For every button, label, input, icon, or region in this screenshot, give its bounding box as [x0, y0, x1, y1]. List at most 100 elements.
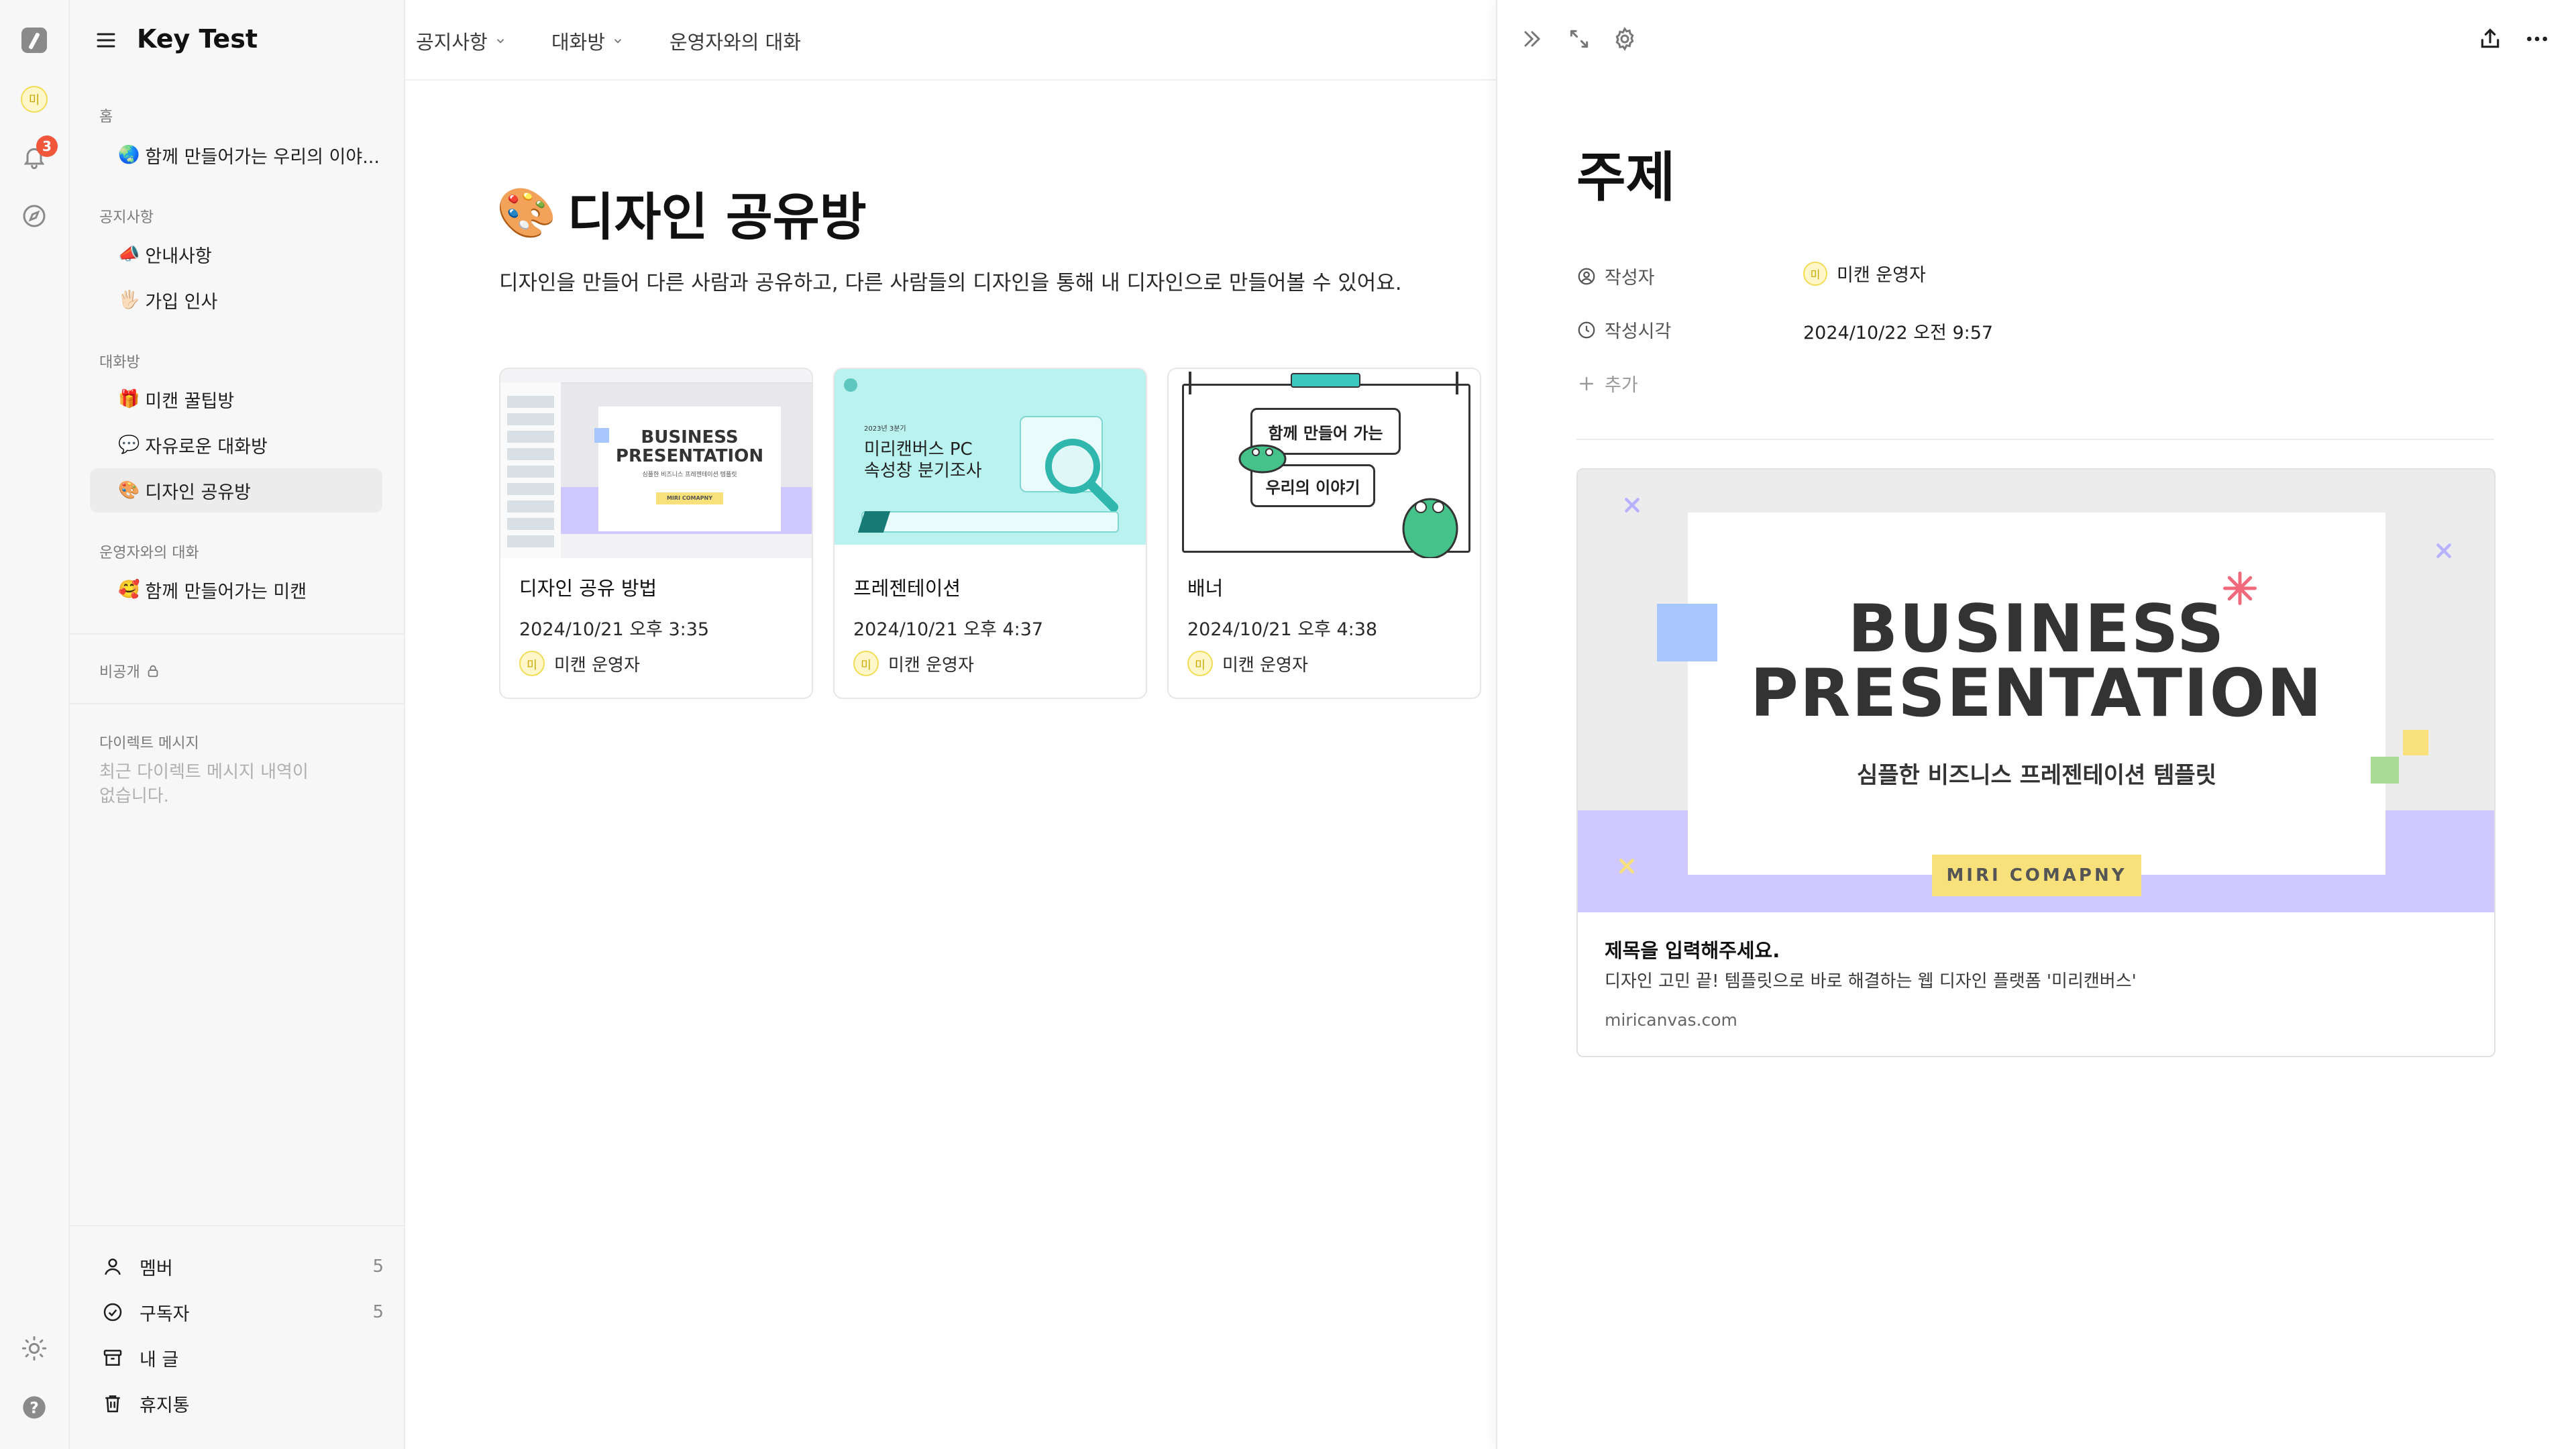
post-author: 미 미캔 운영자 — [519, 651, 640, 676]
check-circle-icon — [103, 1303, 122, 1322]
compass-icon[interactable] — [18, 200, 50, 232]
subscribers-label: 구독자 — [140, 1303, 190, 1325]
sidebar-item-greeting[interactable]: 🖐🏻 가입 인사 — [90, 278, 382, 322]
nav-notice-dropdown[interactable]: 공지사항 — [416, 27, 506, 55]
palette-icon: 🎨 — [118, 480, 140, 500]
sidebar-item-design-share[interactable]: 🎨 디자인 공유방 — [90, 468, 382, 513]
post-thumbnail: BUSINESS PRESENTATION 심플한 비즈니스 프레젠테이션 템플… — [500, 369, 812, 558]
trash-link[interactable]: 휴지통 — [102, 1385, 384, 1422]
prop-label: 작성시각 — [1605, 321, 1672, 342]
archive-icon — [103, 1350, 122, 1366]
prop-author-value: 미 미캔 운영자 — [1803, 260, 1926, 286]
app-title: Key Test — [137, 24, 258, 54]
prop-time-label: 작성시각 — [1576, 317, 1671, 343]
nav-operator-chat[interactable]: 운영자와의 대화 — [669, 27, 801, 55]
add-label: 추가 — [1605, 375, 1638, 396]
section-label-home: 홈 — [99, 109, 113, 125]
sidebar-item-label: 안내사항 — [145, 246, 212, 267]
sidebar-item-free-chat[interactable]: 💬 자유로운 대화방 — [90, 423, 382, 467]
thumb-line2: PRESENTATION — [615, 446, 764, 466]
sun-icon[interactable] — [18, 1332, 50, 1364]
post-author: 미 미캔 운영자 — [1187, 651, 1308, 676]
link-preview-image: BUSINESS PRESENTATION 심플한 비즈니스 프레젠테이션 템플… — [1578, 470, 2494, 912]
share-icon[interactable] — [2477, 25, 2504, 52]
sidebar-item-announcement[interactable]: 📣 안내사항 — [90, 232, 382, 276]
thumb-line1: BUSINESS — [641, 427, 739, 447]
trash-label: 휴지통 — [140, 1395, 190, 1416]
avatar: 미 — [853, 651, 879, 676]
gift-icon: 🎁 — [118, 389, 140, 409]
sidebar-item-home-story[interactable]: 🌏 함께 만들어가는 우리의 이야... — [90, 133, 382, 177]
divider — [70, 633, 404, 635]
avatar: 미 — [519, 651, 545, 676]
members-count: 5 — [372, 1256, 384, 1277]
avatar: 미 — [1803, 261, 1827, 286]
sidebar-item-operator-chat[interactable]: 🥰 함께 만들어가는 미캔 — [90, 568, 382, 612]
post-card[interactable]: BUSINESS PRESENTATION 심플한 비즈니스 프레젠테이션 템플… — [499, 368, 813, 699]
my-posts-label: 내 글 — [140, 1349, 179, 1371]
prop-time-value: 2024/10/22 오전 9:57 — [1803, 323, 1994, 343]
magnifier-icon — [1045, 439, 1118, 512]
prop-value: 미캔 운영자 — [1837, 265, 1926, 286]
logo-icon[interactable] — [18, 24, 50, 56]
clock-icon — [1578, 321, 1595, 338]
crocodile-icon — [1402, 498, 1458, 558]
speech-bubble-icon: 💬 — [118, 435, 140, 455]
post-card[interactable]: 함께 만들어 가는 우리의 이야기 배너 2024/10/21 오후 4:38 … — [1167, 368, 1481, 699]
link-preview-title: 제목을 입력해주세요. — [1605, 939, 1780, 962]
thumb-small: 2023년 3분기 — [864, 425, 906, 433]
more-icon[interactable] — [2524, 25, 2551, 52]
post-title: 디자인 공유 방법 — [519, 577, 657, 600]
members-link[interactable]: 멤버 5 — [102, 1248, 384, 1285]
hamburger-icon[interactable] — [94, 28, 118, 52]
sidebar-item-label: 가입 인사 — [145, 291, 218, 313]
crocodile-icon — [1238, 444, 1287, 474]
user-circle-icon — [1578, 268, 1595, 284]
double-chevron-right-icon[interactable] — [1519, 25, 1546, 52]
post-thumbnail: 함께 만들어 가는 우리의 이야기 — [1169, 369, 1480, 558]
prop-label: 작성자 — [1605, 268, 1655, 288]
palette-icon: 🎨 — [496, 184, 557, 241]
app-rail: 미 3 ? — [0, 0, 70, 1449]
my-posts-link[interactable]: 내 글 — [102, 1339, 384, 1377]
gear-icon[interactable] — [1611, 25, 1638, 52]
page-title: 🎨 디자인 공유방 — [496, 176, 867, 250]
sidebar-item-label: 디자인 공유방 — [145, 482, 251, 503]
avatar: 미 — [1187, 651, 1213, 676]
thumb-line1: 미리캔버스 PC — [864, 439, 973, 460]
lock-icon — [148, 665, 158, 678]
divider — [1576, 439, 2494, 440]
sidebar-item-label: 함께 만들어가는 우리의 이야... — [145, 146, 380, 168]
image-sub: 심플한 비즈니스 프레젠테이션 템플릿 — [1857, 762, 2216, 789]
add-property-button[interactable]: 추가 — [1576, 370, 1638, 396]
nav-label: 운영자와의 대화 — [669, 31, 801, 54]
expand-icon[interactable] — [1566, 25, 1593, 52]
help-icon[interactable]: ? — [18, 1391, 50, 1424]
post-date: 2024/10/21 오후 4:38 — [1187, 619, 1378, 640]
private-section[interactable]: 비공개 — [99, 660, 160, 682]
post-thumbnail: 2023년 3분기 미리캔버스 PC 속성창 분기조사 — [835, 369, 1146, 558]
divider — [70, 1225, 404, 1226]
post-card[interactable]: 2023년 3분기 미리캔버스 PC 속성창 분기조사 프레젠테이션 2024/… — [833, 368, 1147, 699]
author-name: 미캔 운영자 — [888, 655, 974, 676]
sidebar-item-tips[interactable]: 🎁 미캔 꿀팁방 — [90, 377, 382, 421]
link-preview-card[interactable]: BUSINESS PRESENTATION 심플한 비즈니스 프레젠테이션 템플… — [1576, 468, 2496, 1057]
prop-author-label: 작성자 — [1576, 263, 1655, 289]
profile-avatar-button[interactable]: 미 — [18, 83, 50, 115]
sidebar-item-label: 자유로운 대화방 — [145, 436, 268, 458]
subscribers-count: 5 — [372, 1302, 384, 1322]
sidebar-item-label: 미캔 꿀팁방 — [145, 390, 235, 412]
subscribers-link[interactable]: 구독자 5 — [102, 1293, 384, 1331]
dm-section-label: 다이렉트 메시지 — [99, 735, 199, 752]
chevron-down-icon — [496, 39, 504, 44]
trash-icon — [105, 1395, 120, 1413]
nav-chatroom-dropdown[interactable]: 대화방 — [551, 27, 624, 55]
post-title: 배너 — [1187, 577, 1224, 600]
divider — [70, 703, 404, 704]
link-preview-description: 디자인 고민 끝! 템플릿으로 바로 해결하는 웹 디자인 플랫폼 '미리캔버스… — [1605, 971, 2137, 991]
cross-icon — [1625, 498, 1640, 513]
page-title-text: 디자인 공유방 — [567, 187, 867, 247]
author-name: 미캔 운영자 — [554, 655, 640, 676]
cross-icon — [1619, 859, 1634, 873]
section-label-notice: 공지사항 — [99, 209, 154, 226]
